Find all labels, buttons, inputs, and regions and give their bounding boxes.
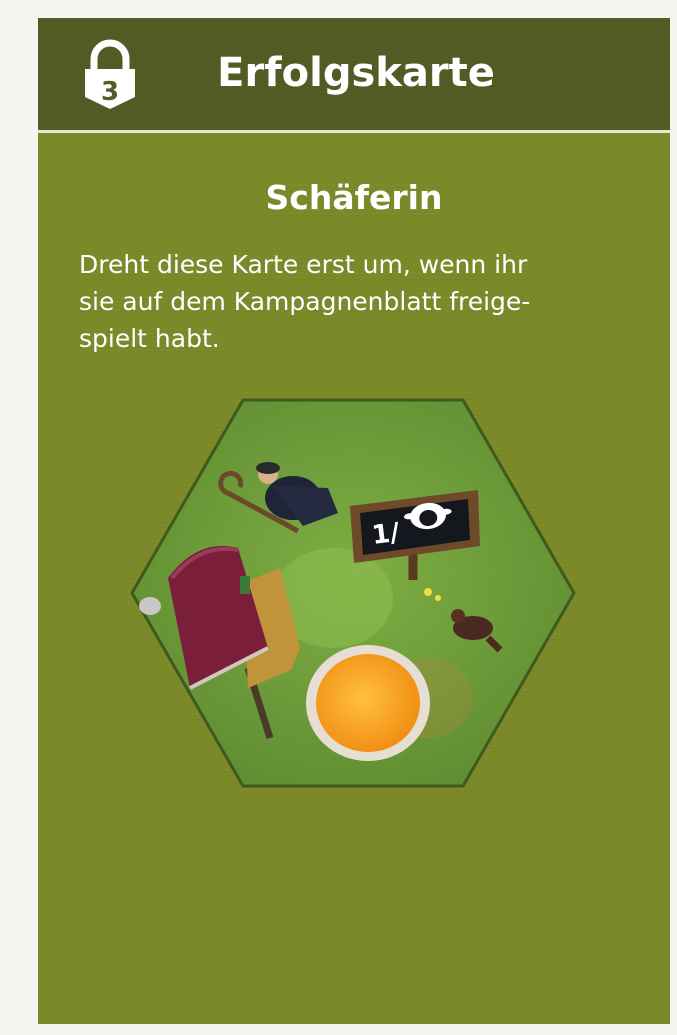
- description-line: sie auf dem Kampagnenblatt freige-: [79, 287, 531, 316]
- hex-tile-illustration: 1/: [130, 398, 576, 788]
- achievement-card: 3 Erfolgskarte Schäferin Dreht diese Kar…: [38, 18, 670, 1024]
- card-header: 3 Erfolgskarte: [38, 18, 670, 133]
- card-type-title: Erfolgskarte: [217, 50, 495, 96]
- card-description: Dreht diese Karte erst um, wenn ihr sie …: [79, 246, 639, 357]
- description-line: spielt habt.: [79, 324, 220, 353]
- card-title: Schäferin: [265, 178, 443, 217]
- sign-count-text: 1/: [370, 518, 402, 551]
- description-line: Dreht diese Karte erst um, wenn ihr: [79, 250, 528, 279]
- hay-trough: [306, 645, 430, 761]
